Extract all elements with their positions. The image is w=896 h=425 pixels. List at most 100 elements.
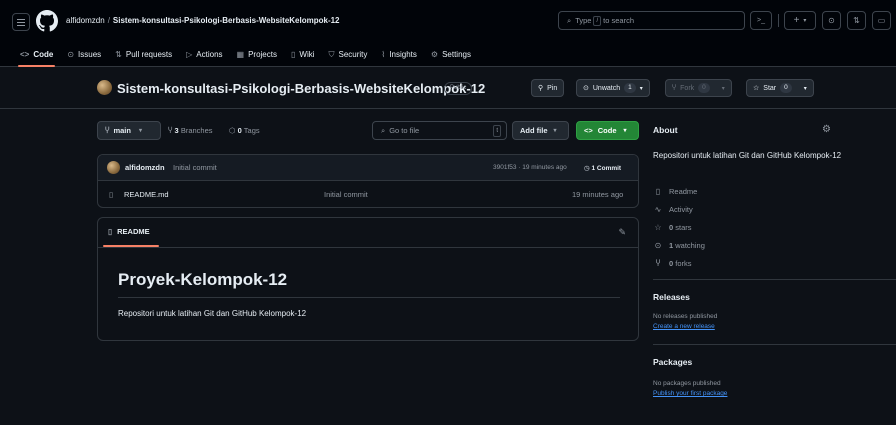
chevron-down-icon: ▾ [803, 85, 807, 92]
code-button[interactable]: <> Code ▾ [576, 121, 639, 140]
star-icon: ☆ [753, 85, 760, 92]
add-file-label: Add file [520, 126, 548, 135]
tab-actions[interactable]: ▷ Actions [186, 42, 222, 67]
tab-projects[interactable]: ▦ Projects [237, 42, 277, 67]
latest-commit-row: alfidomzdn Initial commit 3901f53 · 19 m… [98, 155, 638, 181]
tag-icon: ⬡ [229, 126, 236, 135]
tab-label: Projects [248, 50, 277, 59]
chevron-down-icon: ▾ [721, 85, 725, 92]
fork-button[interactable]: Ⴤ Fork 0 ▾ [665, 79, 732, 97]
gear-icon[interactable]: ⚙ [822, 124, 831, 135]
pin-label: Pin [547, 84, 558, 92]
readme-link-label: Readme [669, 187, 698, 196]
packages-title[interactable]: Packages [653, 357, 692, 367]
readme-link[interactable]: ▯ Readme [653, 187, 698, 196]
tab-wiki[interactable]: ▯ Wiki [291, 42, 315, 67]
edit-pencil-icon[interactable]: ✎ [618, 227, 626, 238]
tags-link[interactable]: ⬡ 0 Tags [229, 126, 260, 135]
tags-count: 0 [237, 126, 242, 135]
stars-link[interactable]: ☆ 0 stars [653, 223, 691, 232]
file-icon: ▯ [109, 190, 114, 199]
table-row[interactable]: ▯ README.md Initial commit 19 minutes ag… [98, 182, 638, 207]
branch-icon: Ⴤ [168, 126, 173, 135]
commit-message[interactable]: Initial commit [173, 163, 217, 172]
pulse-icon: ∿ [654, 205, 662, 214]
hamburger-icon [17, 21, 25, 23]
branches-link[interactable]: Ⴤ 3 Branches [168, 126, 213, 135]
file-commit-message[interactable]: Initial commit [324, 190, 368, 199]
create-new-button[interactable]: + ▾ [784, 11, 816, 30]
releases-title[interactable]: Releases [653, 292, 690, 302]
star-icon: ☆ [654, 223, 662, 232]
readme-panel: ▯ README ✎ Proyek-Kelompok-12 Repositori… [97, 217, 639, 341]
forks-label: forks [675, 259, 692, 268]
star-button[interactable]: ☆ Star 0 ▾ [746, 79, 814, 97]
stars-count: 0 [669, 223, 674, 232]
tab-label: Security [338, 50, 368, 59]
tab-security[interactable]: ⛉ Security [329, 42, 368, 67]
go-to-file-placeholder: Go to file [389, 126, 420, 135]
branch-selector[interactable]: Ⴤ main ▾ [97, 121, 161, 140]
go-to-file-input[interactable]: ⌕ Go to file t [372, 121, 507, 140]
fork-label: Fork [680, 84, 695, 92]
global-header: alfidomzdn / Sistem-konsultasi-Psikologi-B… [0, 0, 896, 67]
table-icon: ▦ [236, 50, 245, 59]
breadcrumb-owner[interactable]: alfidomzdn [66, 16, 105, 25]
unwatch-button[interactable]: ⊙ Unwatch 1 ▾ [576, 79, 650, 97]
global-search-input[interactable]: ⌕ Type / to search [558, 11, 745, 30]
branches-label: Branches [180, 126, 213, 135]
owner-avatar[interactable] [97, 80, 112, 95]
activity-link-label: Activity [669, 205, 693, 214]
fork-icon: Ⴤ [655, 259, 661, 268]
breadcrumb-separator: / [107, 16, 110, 25]
commit-author-avatar[interactable] [107, 161, 120, 174]
github-logo-icon[interactable] [36, 10, 58, 32]
inbox-button[interactable]: ▭ [872, 11, 891, 30]
tab-pull-requests[interactable]: ⇅ Pull requests [115, 42, 172, 67]
tab-settings[interactable]: ⚙ Settings [431, 42, 471, 67]
star-label: Star [763, 84, 777, 92]
commit-meta[interactable]: 3901f53 · 19 minutes ago [493, 164, 567, 171]
search-suffix: to search [603, 16, 634, 25]
star-count: 0 [780, 83, 792, 93]
command-palette-button[interactable]: >_ [750, 11, 772, 30]
inbox-icon: ▭ [877, 16, 886, 25]
unwatch-label: Unwatch [592, 84, 621, 92]
readme-heading-rule [118, 297, 620, 298]
pin-icon: ⚲ [538, 85, 544, 92]
tab-label: Wiki [299, 50, 315, 59]
issues-button[interactable]: ⊙ [822, 11, 841, 30]
repo-title[interactable]: Sistem-konsultasi-Psikologi-Berbasis-Web… [117, 81, 485, 96]
menu-button[interactable] [12, 13, 30, 31]
readme-body: Repositori untuk latihan Git dan GitHub … [118, 309, 307, 318]
repo-header-divider [0, 108, 896, 109]
create-release-link[interactable]: Create a new release [653, 323, 715, 330]
breadcrumb: alfidomzdn / Sistem-konsultasi-Psikologi-B… [66, 16, 340, 25]
chevron-down-icon: ▾ [639, 85, 643, 92]
tab-insights[interactable]: ⌇ Insights [381, 42, 416, 67]
chevron-down-icon: ▾ [138, 128, 142, 134]
tab-issues[interactable]: ⊙ Issues [67, 42, 101, 67]
activity-link[interactable]: ∿ Activity [653, 205, 693, 214]
pull-request-icon: ⇅ [853, 16, 860, 25]
commit-count-link[interactable]: ◷ 1 Commit [584, 164, 621, 172]
book-icon: ▯ [290, 50, 296, 59]
about-title: About [653, 125, 678, 135]
add-file-button[interactable]: Add file ▾ [512, 121, 569, 140]
shield-icon: ⛉ [328, 49, 335, 59]
pull-requests-button[interactable]: ⇅ [847, 11, 866, 30]
watching-link[interactable]: ⊙ 1 watching [653, 241, 705, 250]
tab-label: Settings [442, 50, 471, 59]
tab-label: Code [33, 50, 54, 59]
publish-package-link[interactable]: Publish your first package [653, 390, 727, 397]
code-icon: <> [20, 50, 30, 59]
tab-code[interactable]: <> Code [17, 42, 56, 67]
forks-link[interactable]: Ⴤ 0 forks [653, 259, 692, 268]
file-name[interactable]: README.md [124, 190, 169, 199]
go-to-file-shortcut: t [493, 125, 501, 137]
breadcrumb-repo[interactable]: Sistem-konsultasi-Psikologi-Berbasis-Web… [113, 16, 340, 25]
commit-author[interactable]: alfidomzdn [125, 163, 165, 172]
terminal-icon: >_ [757, 17, 765, 24]
pin-button[interactable]: ⚲ Pin [531, 79, 565, 97]
readme-tab[interactable]: ▯ README [108, 227, 150, 236]
